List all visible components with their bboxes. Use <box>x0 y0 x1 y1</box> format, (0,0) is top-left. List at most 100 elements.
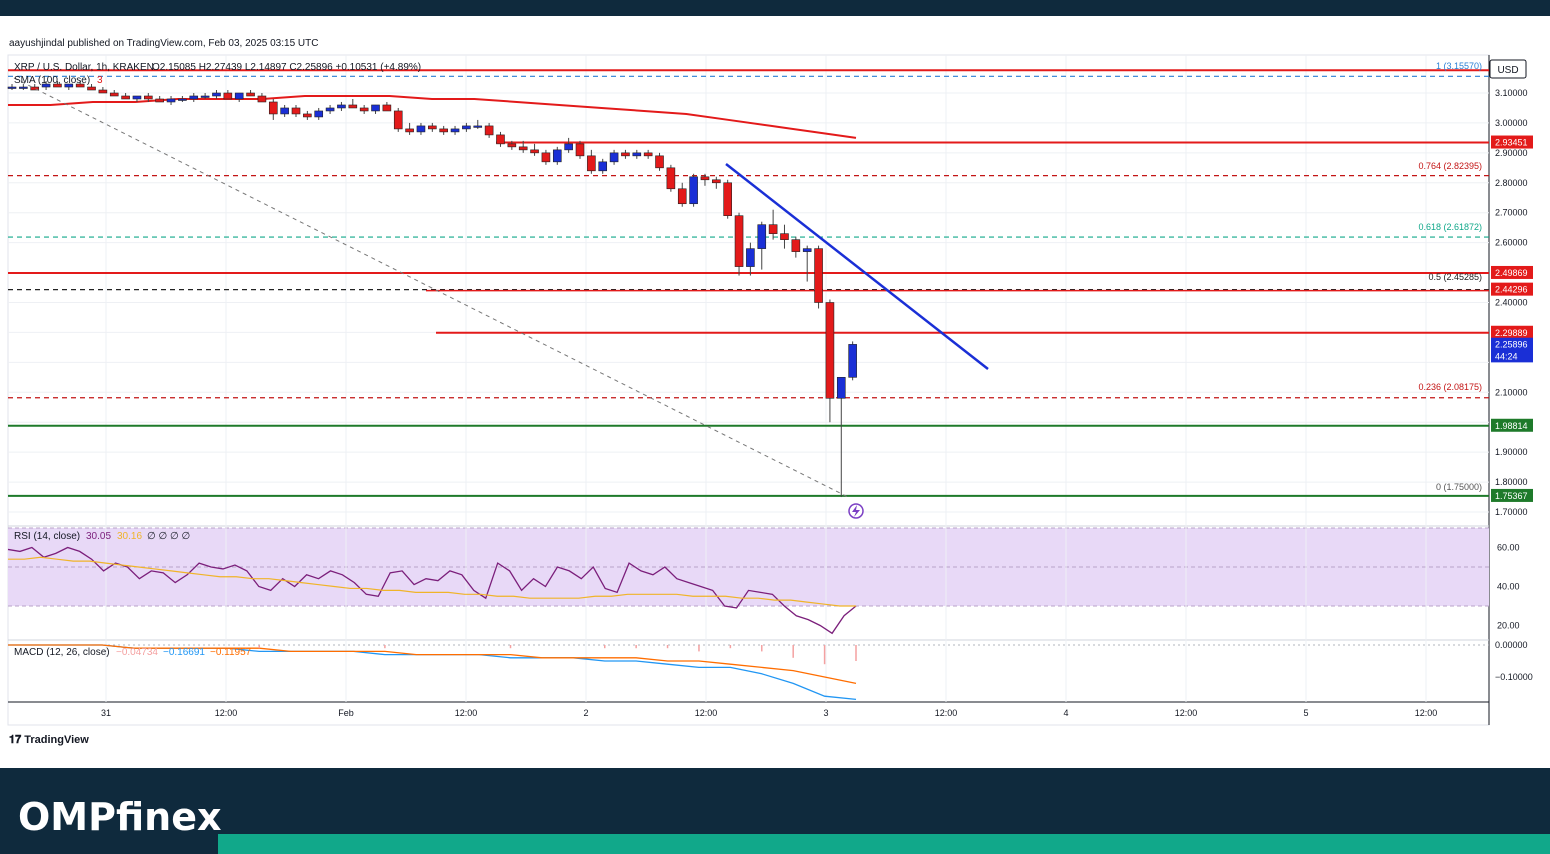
tradingview-text: TradingView <box>24 734 89 746</box>
price-axis-ticks: 3.10000 3.00000 2.90000 2.80000 2.70000 2.600… <box>1495 88 1528 517</box>
candle-down <box>144 95 153 100</box>
currency-label: USD <box>1497 65 1518 76</box>
candle-up <box>200 95 210 98</box>
legend-rsi-nulls: ∅ ∅ ∅ ∅ <box>147 531 190 542</box>
candle-down <box>700 176 710 181</box>
candle-down <box>246 92 255 97</box>
candle-up <box>632 152 642 157</box>
candle-down <box>677 188 687 205</box>
chart-frame <box>7 54 1490 726</box>
candle-up <box>314 110 324 118</box>
candle-up <box>189 95 199 100</box>
candle-down <box>825 302 835 399</box>
time-tick-label: Feb <box>338 708 354 718</box>
candle-down <box>587 155 596 172</box>
macd-tick-label: 0.00000 <box>1495 640 1528 650</box>
candle-up <box>757 224 767 249</box>
candle-up <box>178 98 187 101</box>
candle-up <box>848 344 857 378</box>
legend-symbol: XRP / U.S. Dollar, 1h, KRAKEN <box>14 62 154 73</box>
candle-up <box>689 176 698 205</box>
candle-down <box>655 155 664 169</box>
fib-diagonal <box>13 77 849 498</box>
candle-down <box>257 95 267 103</box>
candle-down <box>791 239 801 252</box>
candle-up <box>234 92 244 100</box>
horizontal-levels <box>8 69 1489 497</box>
price-tag-label: 44:24 <box>1495 351 1518 361</box>
candle-up <box>746 248 755 267</box>
price-tag-label: 2.25896 <box>1495 340 1528 350</box>
candle-down <box>121 95 130 100</box>
fib-level-label: 0.618 (2.61872) <box>1418 222 1482 232</box>
time-tick-label: 3 <box>823 708 828 718</box>
fib-level-label: 0.5 (2.45285) <box>1428 272 1482 282</box>
candle-up <box>212 92 221 97</box>
price-tick-label: 2.60000 <box>1495 238 1528 248</box>
price-tick-label: 3.00000 <box>1495 118 1528 128</box>
price-tick-label: 1.70000 <box>1495 507 1528 517</box>
price-tag-label: 2.29889 <box>1495 328 1528 338</box>
tradingview-logo: 𝟏𝟕 TradingView <box>9 734 89 747</box>
legend-rsi-ma-value: 30.16 <box>117 531 142 542</box>
candle-down <box>814 248 823 303</box>
brand-logo: OMPfinex <box>18 795 222 839</box>
time-tick-label: 31 <box>101 708 111 718</box>
candle-down <box>666 167 676 190</box>
macd-tick-label: −0.10000 <box>1495 672 1533 682</box>
candle-down <box>98 89 108 94</box>
time-tick-label: 12:00 <box>455 708 478 718</box>
time-tick-label: 12:00 <box>1415 708 1438 718</box>
price-tick-label: 2.90000 <box>1495 148 1528 158</box>
time-tick-label: 12:00 <box>935 708 958 718</box>
candle-up <box>19 86 28 89</box>
candle-down <box>439 128 448 133</box>
fib-labels: 1 (3.15570) 0.764 (2.82395) 0.618 (2.61872… <box>1418 61 1482 492</box>
candle-up <box>166 98 176 103</box>
legend-macd-hist: −0.04734 <box>116 647 158 658</box>
candle-up <box>802 248 812 252</box>
candle-up <box>337 104 346 109</box>
candle-down <box>382 104 392 112</box>
candle-down <box>768 224 778 234</box>
legend-sma: SMA (100, close) <box>14 75 90 86</box>
candle-down <box>359 107 369 112</box>
price-tag-label: 1.98814 <box>1495 421 1528 431</box>
candle-down <box>87 86 96 91</box>
candle-down <box>428 125 437 130</box>
legend-macd-signal: −0.11957 <box>210 647 252 658</box>
legend-macd-line: −0.16691 <box>163 647 205 658</box>
candle-up <box>598 161 608 172</box>
time-tick-label: 2 <box>583 708 588 718</box>
price-tag-label: 2.44296 <box>1495 285 1528 295</box>
bearish-trendline <box>725 163 989 370</box>
candle-down <box>496 134 505 145</box>
rsi-tick-label: 20.00 <box>1497 621 1520 631</box>
legend-rsi-value: 30.05 <box>86 531 111 542</box>
legend-ohlc: O2.15085 H2.27439 L2.14897 C2.25896 +0.1… <box>152 62 421 73</box>
candle-up <box>7 86 17 89</box>
candle-up <box>325 107 335 112</box>
candle-down <box>734 215 744 267</box>
price-tick-label: 2.80000 <box>1495 178 1528 188</box>
candle-down <box>405 128 414 133</box>
legend-sma-value: 3 <box>97 75 103 86</box>
candle-up <box>462 125 471 130</box>
candle-down <box>780 233 789 240</box>
time-tick-label: 5 <box>1303 708 1308 718</box>
candle-up <box>280 107 289 115</box>
candle-down <box>643 152 653 157</box>
candle-down <box>303 113 312 118</box>
price-tick-label: 2.70000 <box>1495 208 1528 218</box>
price-tick-label: 2.40000 <box>1495 298 1528 308</box>
candle-down <box>575 143 585 157</box>
price-chart[interactable]: XRP / U.S. Dollar, 1h, KRAKEN O2.15085 H… <box>0 0 1550 768</box>
candle-up <box>473 125 483 128</box>
candle-up <box>132 95 142 100</box>
candle-down <box>393 110 403 130</box>
time-tick-label: 12:00 <box>1175 708 1198 718</box>
candle-down <box>348 104 358 109</box>
legend-rsi: RSI (14, close) <box>14 531 80 542</box>
candle-down <box>621 152 630 157</box>
rsi-axis-ticks: 60.00 40.00 20.00 <box>1497 543 1520 631</box>
